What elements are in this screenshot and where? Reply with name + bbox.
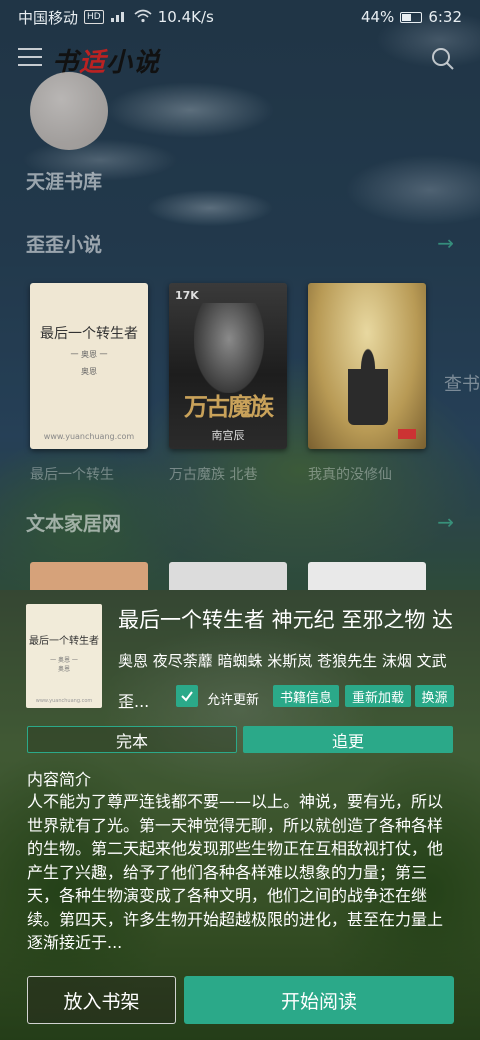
book-cover[interactable] bbox=[30, 562, 148, 590]
book-cover[interactable] bbox=[308, 562, 426, 590]
allow-update-label: 允许更新 bbox=[207, 693, 260, 708]
cover-title: 万古魔族 bbox=[184, 392, 274, 421]
cover-author: 奥恩 bbox=[81, 367, 97, 376]
cover-brand: 17K bbox=[175, 289, 199, 302]
cover-caption: 最后一个转生 bbox=[30, 467, 114, 483]
source-name: 天涯书库 bbox=[26, 170, 103, 193]
clock: 6:32 bbox=[428, 8, 462, 26]
book-title: 最后一个转生者 神元纪 至邪之物 达 bbox=[118, 608, 454, 632]
carrier-label: 中国移动 bbox=[18, 8, 79, 27]
cover-title: 最后一个转生者 bbox=[29, 636, 99, 647]
network-speed: 10.4K/s bbox=[157, 8, 214, 26]
status-complete: 完本 bbox=[27, 726, 237, 753]
book-cover[interactable]: 最后一个转生者 一 奥恩 一 奥恩 www.yuanchuang.com bbox=[30, 283, 148, 449]
source-row[interactable]: 歪歪小说 → bbox=[26, 226, 454, 260]
cover-figure bbox=[348, 345, 388, 425]
source-row[interactable]: 文本家居网 → bbox=[26, 505, 454, 539]
cover-author: 奥恩 bbox=[57, 666, 70, 673]
cover-figure bbox=[194, 303, 264, 393]
cover-footer: www.yuanchuang.com bbox=[35, 698, 93, 704]
source-row[interactable]: 天涯书库 bbox=[26, 163, 454, 197]
arrow-right-icon: → bbox=[437, 510, 454, 534]
wifi-icon bbox=[134, 9, 152, 26]
status-bar: 中国移动 HD 10.4K/s 44% 6:32 bbox=[0, 0, 480, 34]
cover-stamp bbox=[398, 429, 416, 439]
cover-caption: 我真的没修仙 bbox=[308, 467, 392, 483]
search-icon[interactable] bbox=[430, 46, 456, 72]
book-cover[interactable] bbox=[169, 562, 287, 590]
arrow-right-icon: → bbox=[437, 231, 454, 255]
cover-author: 南宫辰 bbox=[211, 429, 245, 442]
menu-icon[interactable] bbox=[18, 48, 42, 68]
intro-heading: 内容简介 bbox=[27, 770, 92, 789]
book-authors: 奥恩 夜尽荼蘼 暗蜘蛛 米斯岚 苍狼先生 沫烟 文武 bbox=[118, 652, 447, 670]
cover-line: 一 奥恩 一 bbox=[70, 350, 108, 359]
cover-title: 最后一个转生者 bbox=[40, 326, 138, 342]
book-cover[interactable] bbox=[308, 283, 426, 449]
cover-caption: 万古魔族 北巷 bbox=[169, 467, 258, 483]
side-text: 查书 bbox=[444, 374, 480, 395]
allow-update-checkbox[interactable] bbox=[176, 685, 198, 707]
source-name: 歪歪小说 bbox=[26, 233, 103, 256]
start-reading-button[interactable]: 开始阅读 bbox=[184, 976, 454, 1024]
signal-icon bbox=[110, 9, 128, 26]
battery-icon bbox=[400, 11, 423, 23]
source-name: 文本家居网 bbox=[26, 512, 122, 535]
intro-text: 人不能为了尊严连钱都不要——以上。神说，要有光，所以世界就有了光。第一天神觉得无… bbox=[27, 792, 444, 952]
add-to-shelf-button[interactable]: 放入书架 bbox=[27, 976, 176, 1024]
status-update: 追更 bbox=[243, 726, 453, 753]
hd-badge: HD bbox=[84, 10, 104, 24]
book-source[interactable]: 歪... bbox=[118, 688, 149, 712]
detail-cover: 最后一个转生者 一 奥恩 一 奥恩 www.yuanchuang.com bbox=[26, 604, 102, 708]
check-icon bbox=[181, 691, 193, 702]
battery-percent: 44% bbox=[360, 8, 395, 26]
reload-button[interactable]: 重新加载 bbox=[345, 685, 411, 707]
cover-line: 一 奥恩 一 bbox=[50, 657, 78, 664]
avatar[interactable] bbox=[30, 72, 108, 150]
cover-footer: www.yuanchuang.com bbox=[43, 432, 135, 441]
book-info-button[interactable]: 书籍信息 bbox=[273, 685, 339, 707]
book-cover[interactable]: 17K 万古魔族 南宫辰 bbox=[169, 283, 287, 449]
change-source-button[interactable]: 换源 bbox=[415, 685, 454, 707]
